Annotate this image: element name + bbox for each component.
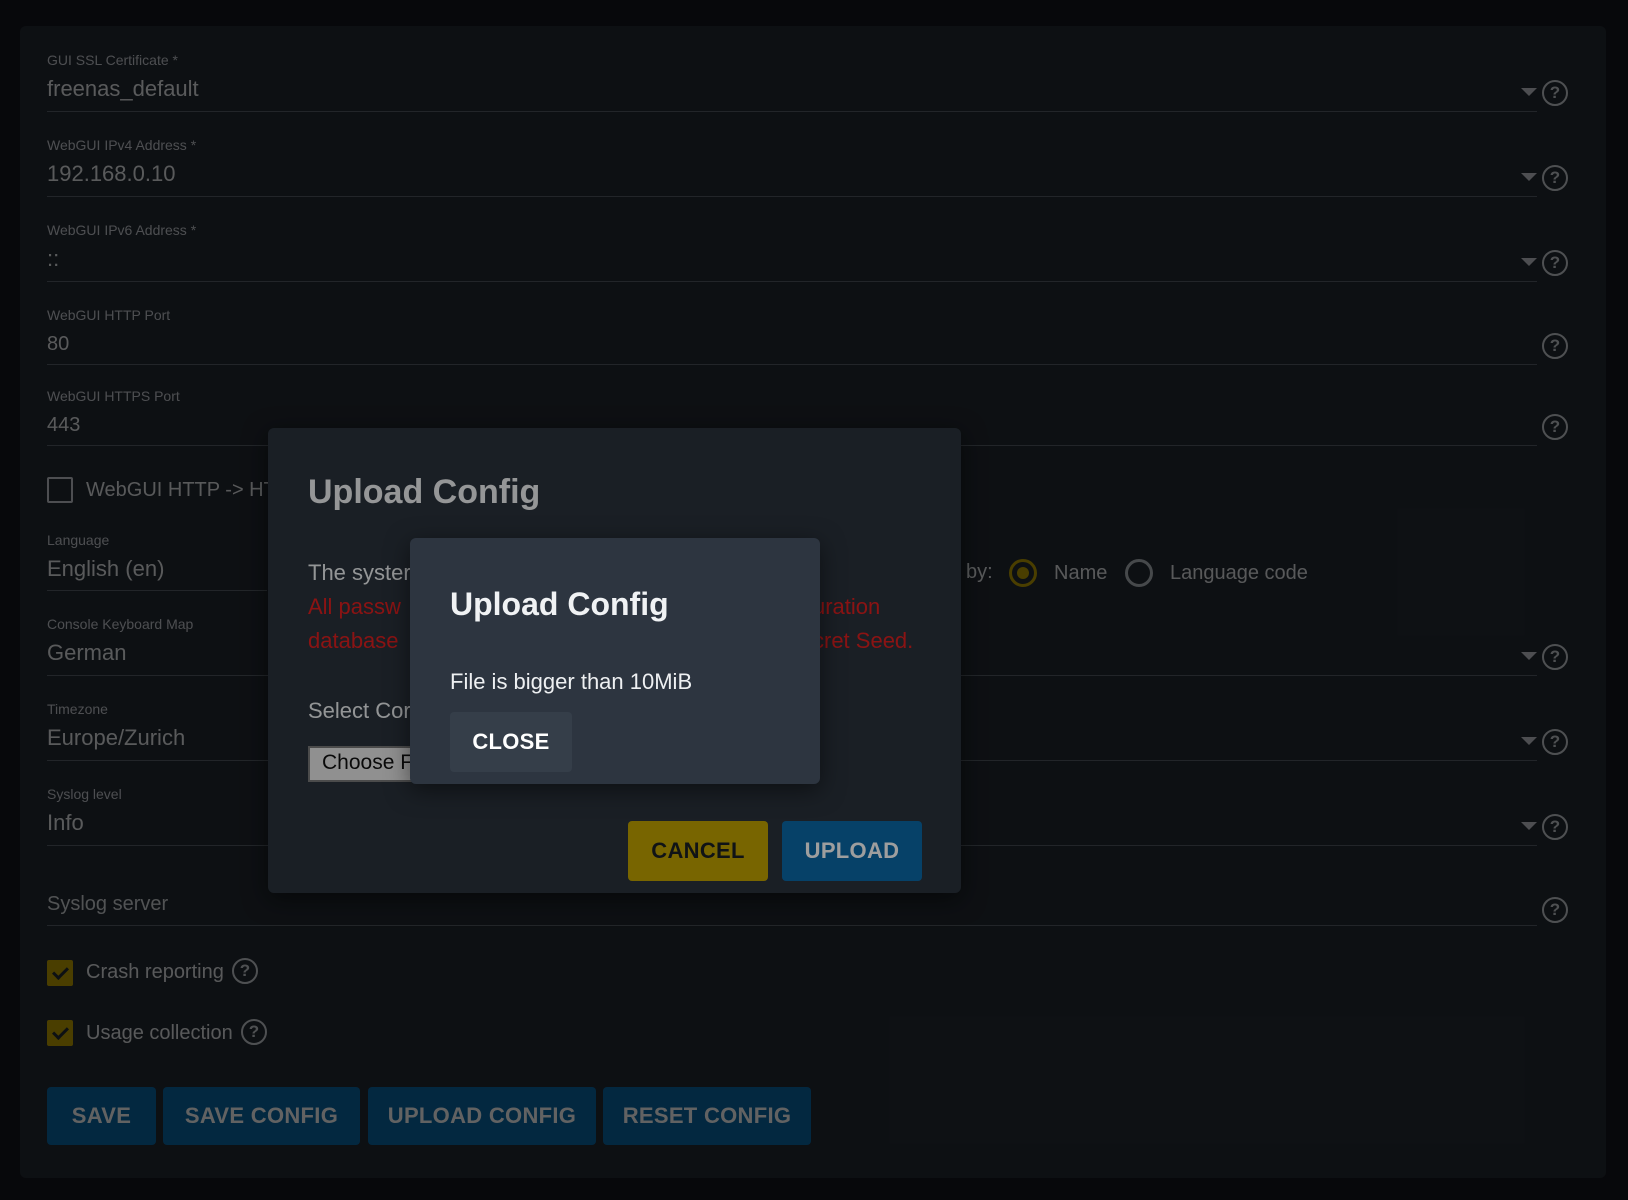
upload-error-dialog: Upload Config File is bigger than 10MiB … [410, 538, 820, 784]
page: GUI SSL Certificate * freenas_default ? … [0, 0, 1628, 1200]
close-button[interactable]: CLOSE [450, 712, 572, 772]
error-message: File is bigger than 10MiB [450, 669, 693, 694]
dialog-title: Upload Config [450, 586, 669, 622]
